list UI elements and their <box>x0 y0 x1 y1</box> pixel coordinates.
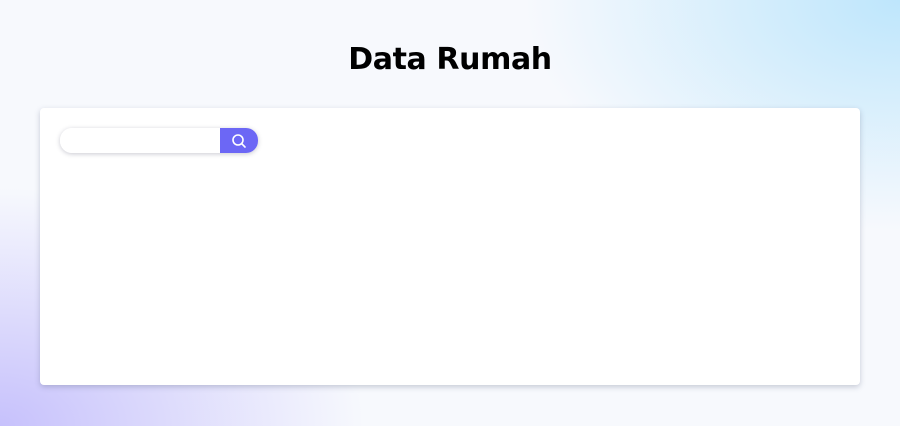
content-card <box>40 108 860 385</box>
search-button[interactable] <box>220 128 258 153</box>
search-bar <box>60 128 258 153</box>
search-input[interactable] <box>60 128 220 153</box>
page-title: Data Rumah <box>348 42 552 77</box>
search-icon <box>231 133 247 149</box>
